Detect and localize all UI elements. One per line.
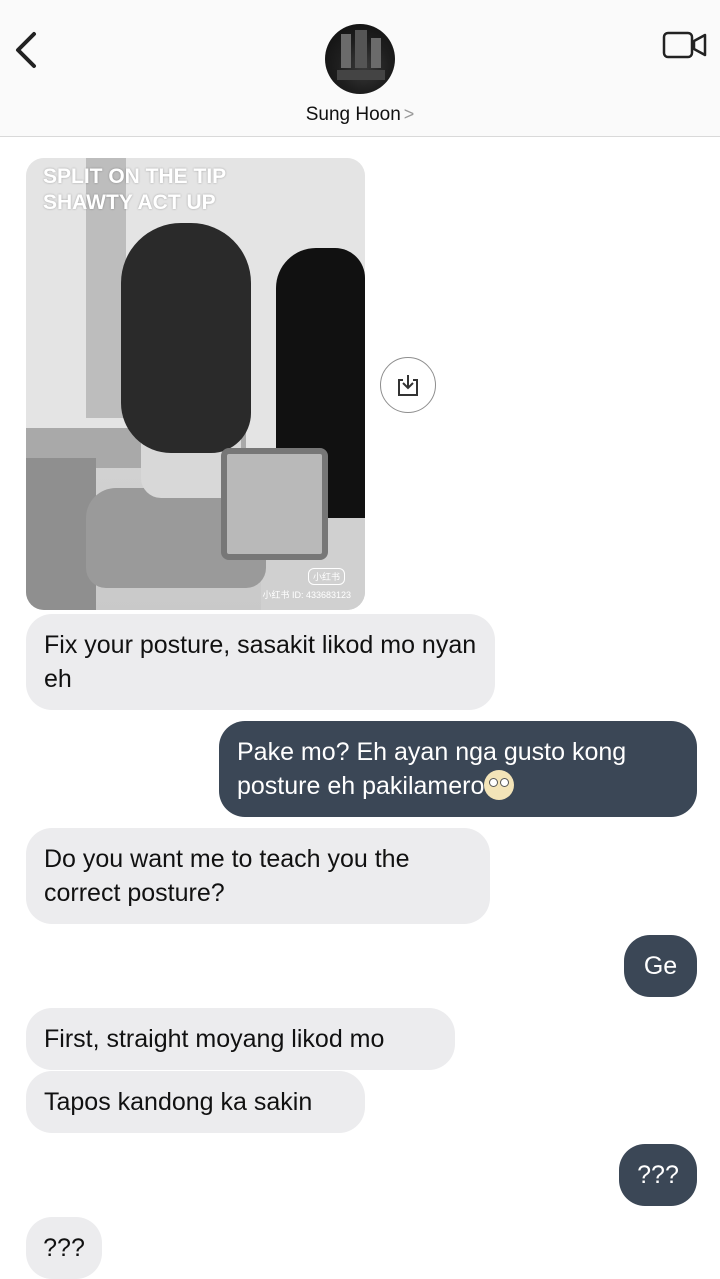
message-text: ???	[637, 1161, 679, 1189]
message-incoming[interactable]: Do you want me to teach you the correct …	[26, 828, 490, 924]
caption-line-1: SPLIT ON THE TIP	[43, 165, 227, 188]
chevron-left-icon	[16, 32, 36, 68]
message-incoming[interactable]: Tapos kandong ka sakin	[26, 1071, 365, 1133]
caption-line-2: SHAWTY ACT UP	[43, 191, 216, 214]
message-outgoing[interactable]: Ge	[624, 935, 697, 997]
chevron-right-icon: >	[403, 104, 415, 124]
download-button[interactable]	[380, 357, 436, 413]
watermark-badge: 小红书	[307, 568, 345, 585]
shared-image[interactable]: SPLIT ON THE TIP SHAWTY ACT UP 小红书 小红书 I…	[26, 158, 365, 610]
photo-chair	[221, 448, 328, 560]
message-text: Do you want me to teach you the correct …	[44, 845, 410, 907]
message-text: Pake mo? Eh ayan nga gusto kong posture …	[237, 738, 627, 800]
avatar[interactable]	[325, 24, 395, 94]
message-incoming[interactable]: Fix your posture, sasakit likod mo nyan …	[26, 614, 495, 710]
eye-roll-emoji-icon	[484, 770, 515, 800]
message-text: Ge	[643, 952, 678, 980]
message-incoming[interactable]: First, straight moyang likod mo	[26, 1008, 455, 1070]
message-text: Fix your posture, sasakit likod mo nyan …	[44, 631, 477, 693]
photo-hair	[121, 223, 251, 453]
contact-name-link[interactable]: Sung Hoon >	[0, 104, 720, 126]
contact-name: Sung Hoon	[305, 104, 401, 125]
message-outgoing[interactable]: ???	[619, 1144, 697, 1206]
video-call-icon	[662, 31, 707, 59]
message-text: ???	[43, 1234, 85, 1262]
download-icon	[398, 375, 418, 396]
message-outgoing[interactable]: Pake mo? Eh ayan nga gusto kong posture …	[219, 721, 697, 817]
watermark-id: 小红书 ID: 433683123	[262, 590, 351, 600]
back-button[interactable]	[10, 28, 46, 72]
message-incoming[interactable]: ???	[26, 1217, 102, 1279]
message-text: Tapos kandong ka sakin	[44, 1088, 313, 1116]
message-text: First, straight moyang likod mo	[44, 1025, 385, 1053]
video-call-button[interactable]	[662, 30, 708, 60]
image-caption: SPLIT ON THE TIP SHAWTY ACT UP	[43, 164, 226, 216]
chat-header: Sung Hoon >	[0, 0, 720, 137]
